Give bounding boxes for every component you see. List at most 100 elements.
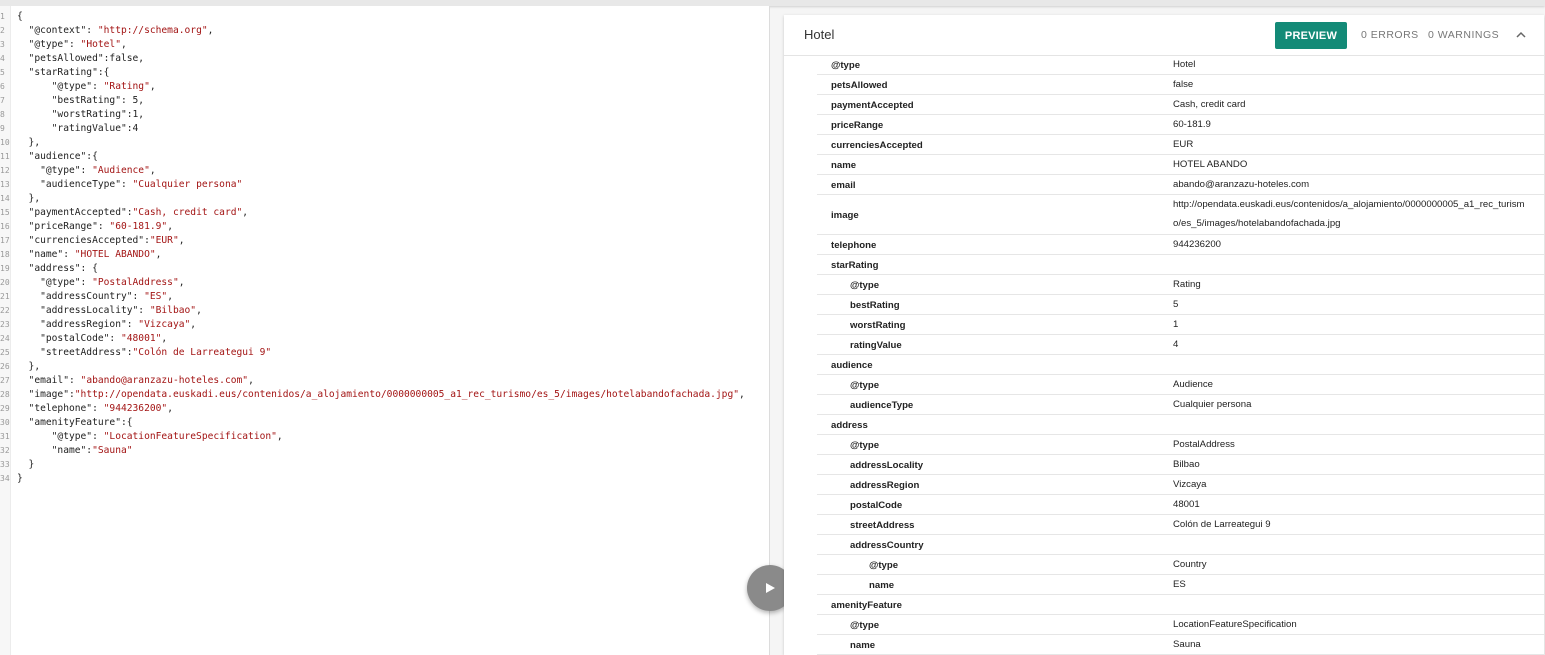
errors-count[interactable]: 0 ERRORS — [1361, 29, 1419, 41]
code-line[interactable]: 13 "audienceType": "Cualquier persona" — [0, 178, 745, 192]
code-line[interactable]: 28 "image":"http://opendata.euskadi.eus/… — [0, 388, 745, 402]
code-line[interactable]: 24 "postalCode": "48001", — [0, 332, 745, 346]
line-number: 30 — [0, 418, 10, 427]
string-literal: "Cash, credit card" — [132, 207, 243, 218]
code-line[interactable]: 27 "email": "abando@aranzazu-hoteles.com… — [0, 374, 745, 388]
code-line[interactable]: 33 } — [0, 458, 745, 472]
line-number: 1 — [0, 12, 5, 21]
string-literal: "Audience" — [92, 165, 150, 176]
property-row: email abando@aranzazu-hoteles.com — [817, 175, 1544, 195]
line-number: 24 — [0, 334, 10, 343]
code-text: "image":"http://opendata.euskadi.eus/con… — [17, 389, 745, 400]
string-literal: "PostalAddress" — [92, 277, 179, 288]
line-number: 29 — [0, 404, 10, 413]
code-line[interactable]: 15 "paymentAccepted":"Cash, credit card"… — [0, 206, 745, 220]
code-text: "amenityFeature":{ — [17, 417, 133, 428]
code-text: "@type": "Hotel", — [17, 39, 127, 50]
code-line[interactable]: 31 "@type": "LocationFeatureSpecificatio… — [0, 430, 745, 444]
property-row: addressRegion Vizcaya — [817, 475, 1544, 495]
property-value: 944236200 — [1173, 239, 1222, 250]
code-line[interactable]: 9 "ratingValue":4 — [0, 122, 745, 136]
code-line[interactable]: 6 "@type": "Rating", — [0, 80, 745, 94]
code-line[interactable]: 14 }, — [0, 192, 745, 206]
property-name: @type — [850, 280, 880, 291]
property-row: @type LocationFeatureSpecification — [817, 615, 1544, 635]
code-line[interactable]: 21 "addressCountry": "ES", — [0, 290, 745, 304]
preview-button[interactable]: PREVIEW — [1275, 22, 1347, 49]
line-number: 31 — [0, 432, 10, 441]
code-text: "currenciesAccepted":"EUR", — [17, 235, 185, 246]
code-line[interactable]: 34} — [0, 472, 745, 486]
property-name: image — [831, 210, 859, 221]
line-number: 16 — [0, 222, 10, 231]
code-text: "telephone": "944236200", — [17, 403, 173, 414]
code-line[interactable]: 5 "starRating":{ — [0, 66, 745, 80]
property-row: name ES — [817, 575, 1544, 595]
code-line[interactable]: 11 "audience":{ — [0, 150, 745, 164]
code-text: "@type": "Audience", — [17, 165, 156, 176]
property-value: ES — [1173, 579, 1186, 590]
code-line[interactable]: 30 "amenityFeature":{ — [0, 416, 745, 430]
line-number: 2 — [0, 26, 5, 35]
property-value: Country — [1173, 559, 1207, 570]
code-line[interactable]: 26 }, — [0, 360, 745, 374]
code-text: "starRating":{ — [17, 67, 110, 78]
property-name: starRating — [831, 260, 879, 271]
property-row: address — [817, 415, 1544, 435]
code-line[interactable]: 7 "bestRating": 5, — [0, 94, 745, 108]
code-line[interactable]: 10 }, — [0, 136, 745, 150]
code-line[interactable]: 8 "worstRating":1, — [0, 108, 745, 122]
line-number: 14 — [0, 194, 10, 203]
code-line[interactable]: 20 "@type": "PostalAddress", — [0, 276, 745, 290]
property-name: name — [831, 160, 857, 171]
property-row: petsAllowed false — [817, 75, 1544, 95]
code-line[interactable]: 22 "addressLocality": "Bilbao", — [0, 304, 745, 318]
code-line[interactable]: 32 "name":"Sauna" — [0, 444, 745, 458]
code-text: "@context": "http://schema.org", — [17, 25, 214, 36]
line-number: 15 — [0, 208, 10, 217]
property-row: @type Country — [817, 555, 1544, 575]
code-line[interactable]: 4 "petsAllowed":false, — [0, 52, 745, 66]
code-line[interactable]: 18 "name": "HOTEL ABANDO", — [0, 248, 745, 262]
chevron-up-icon[interactable] — [1514, 28, 1528, 42]
code-line[interactable]: 2 "@context": "http://schema.org", — [0, 24, 745, 38]
code-text: }, — [17, 193, 41, 204]
property-name: email — [831, 180, 856, 191]
line-number: 25 — [0, 348, 10, 357]
code-text: } — [17, 473, 23, 484]
property-value: Colón de Larreategui 9 — [1173, 519, 1271, 530]
code-line[interactable]: 12 "@type": "Audience", — [0, 164, 745, 178]
code-line[interactable]: 19 "address": { — [0, 262, 745, 276]
line-number: 9 — [0, 124, 5, 133]
code-line[interactable]: 3 "@type": "Hotel", — [0, 38, 745, 52]
code-text: "petsAllowed":false, — [17, 53, 145, 64]
line-number: 4 — [0, 54, 5, 63]
code-editor[interactable]: 1{2 "@context": "http://schema.org", 3 "@… — [0, 6, 770, 655]
property-name: postalCode — [850, 500, 903, 511]
entity-title[interactable]: Hotel — [804, 27, 834, 42]
code-line[interactable]: 29 "telephone": "944236200", — [0, 402, 745, 416]
property-row: amenityFeature — [817, 595, 1544, 615]
code-line[interactable]: 25 "streetAddress":"Colón de Larreategui… — [0, 346, 745, 360]
property-name: name — [869, 580, 895, 591]
code-text: "name": "HOTEL ABANDO", — [17, 249, 162, 260]
code-text: "streetAddress":"Colón de Larreategui 9" — [17, 347, 272, 358]
code-line[interactable]: 1{ — [0, 10, 745, 24]
warnings-count[interactable]: 0 WARNINGS — [1428, 29, 1499, 41]
code-line[interactable]: 23 "addressRegion": "Vizcaya", — [0, 318, 745, 332]
string-literal: "Colón de Larreategui 9" — [132, 347, 272, 358]
line-number: 22 — [0, 306, 10, 315]
panel-header: Hotel PREVIEW 0 ERRORS 0 WARNINGS — [784, 15, 1544, 56]
code-line[interactable]: 17 "currenciesAccepted":"EUR", — [0, 234, 745, 248]
line-number: 5 — [0, 68, 5, 77]
line-number: 17 — [0, 236, 10, 245]
string-literal: "LocationFeatureSpecification" — [103, 431, 277, 442]
property-name: @type — [850, 440, 880, 451]
code-text: "audience":{ — [17, 151, 98, 162]
code-text: "@type": "PostalAddress", — [17, 277, 185, 288]
code-text: "@type": "LocationFeatureSpecification", — [17, 431, 283, 442]
property-row: starRating — [817, 255, 1544, 275]
code-line[interactable]: 16 "priceRange": "60-181.9", — [0, 220, 745, 234]
code-content[interactable]: 1{2 "@context": "http://schema.org", 3 "@… — [0, 10, 745, 486]
property-name: addressCountry — [850, 540, 924, 551]
